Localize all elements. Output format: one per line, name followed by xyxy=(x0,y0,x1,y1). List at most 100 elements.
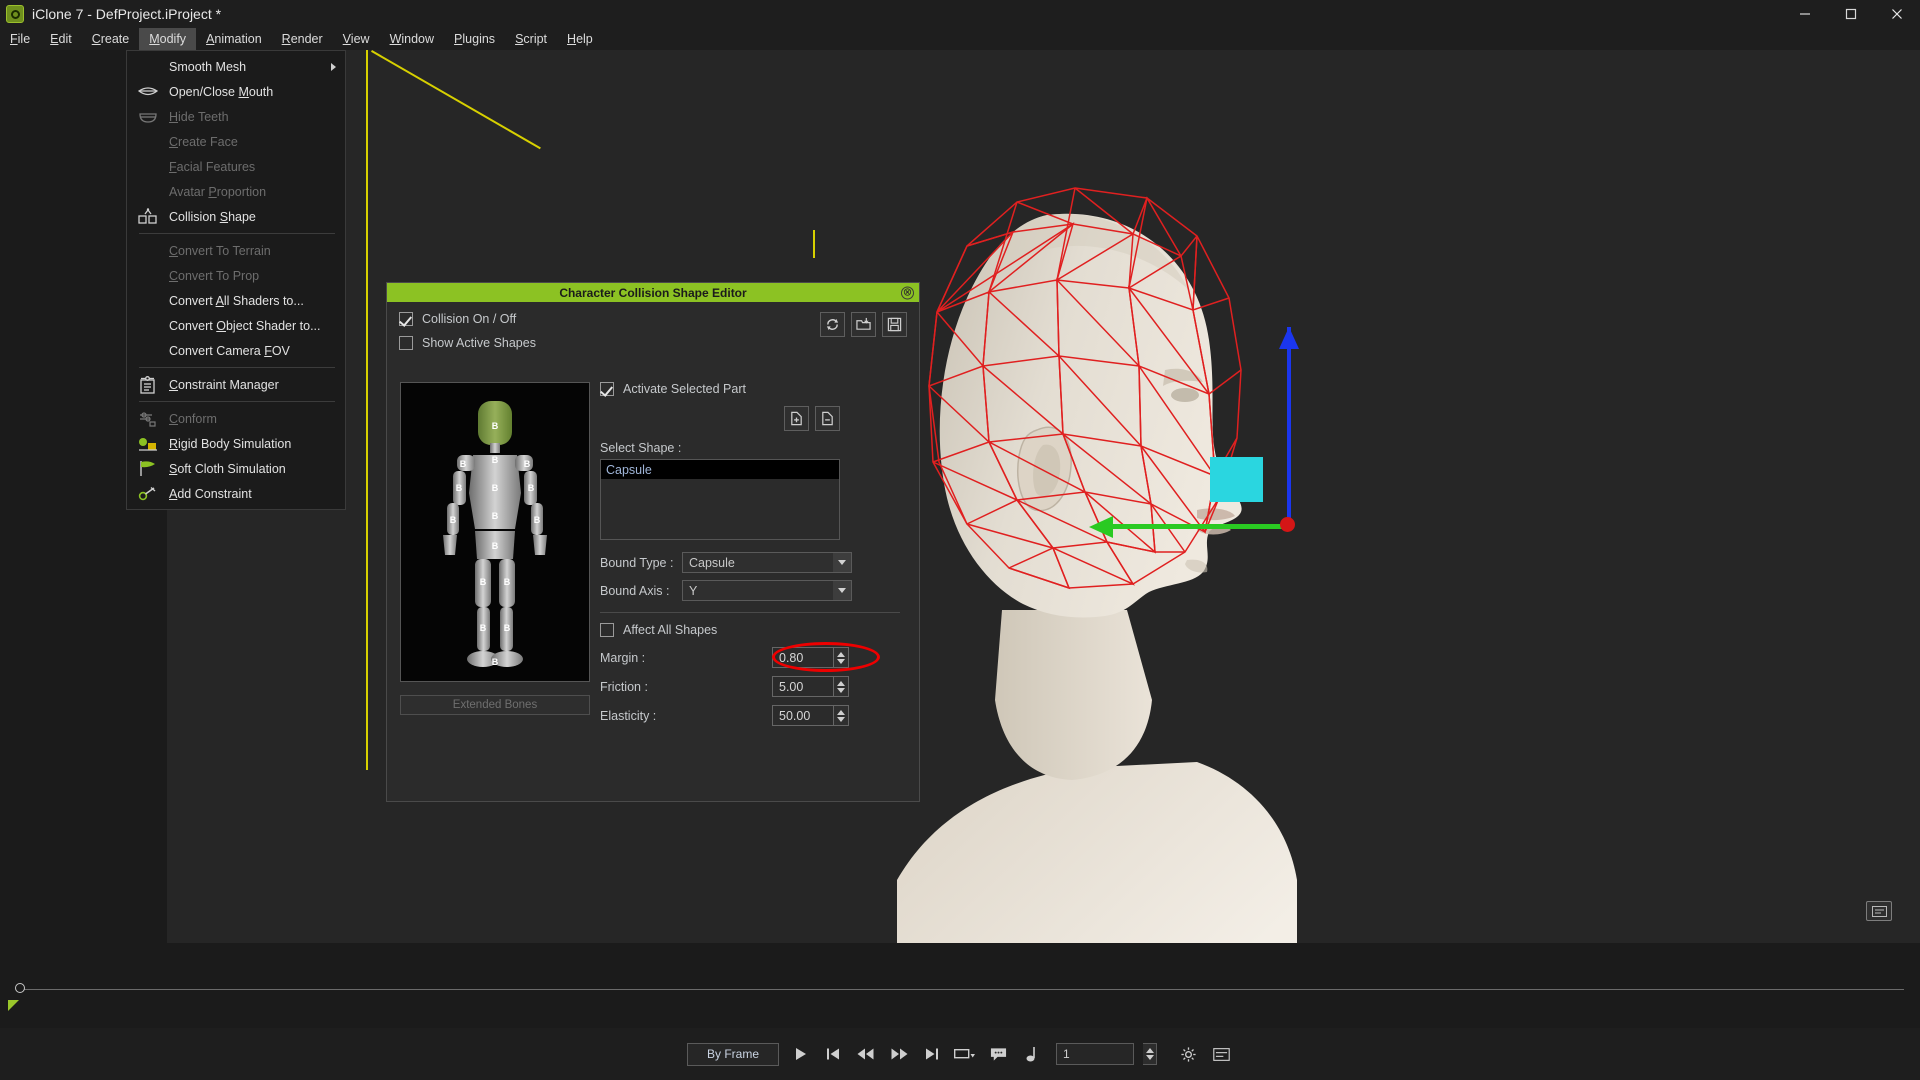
minimize-button[interactable] xyxy=(1782,0,1828,28)
activate-selected-part-checkbox[interactable] xyxy=(600,382,614,396)
timeline-range-marker[interactable] xyxy=(8,1000,19,1011)
render-settings-icon[interactable] xyxy=(1176,1042,1200,1066)
menu-separator xyxy=(139,367,335,368)
menu-item-hide-teeth: Hide Teeth xyxy=(127,104,345,129)
comment-button[interactable] xyxy=(986,1042,1010,1066)
svg-text:B: B xyxy=(480,623,487,633)
audio-button[interactable] xyxy=(1019,1042,1043,1066)
friction-input[interactable]: 5.00 xyxy=(772,676,834,697)
menu-separator xyxy=(139,233,335,234)
elasticity-row: Elasticity : 50.00 xyxy=(600,705,900,726)
margin-stepper[interactable] xyxy=(834,647,849,668)
chevron-down-icon[interactable] xyxy=(833,581,851,600)
extended-bones-button[interactable]: Extended Bones xyxy=(400,695,590,715)
fast-forward-button[interactable] xyxy=(887,1042,911,1066)
viewport-notes-icon[interactable] xyxy=(1866,901,1892,921)
menu-create[interactable]: Create xyxy=(82,28,140,50)
menu-item-facial-features: Facial Features xyxy=(127,154,345,179)
collision-on-off-checkbox[interactable] xyxy=(399,312,413,326)
menu-item-label: Conform xyxy=(169,411,217,426)
menu-view[interactable]: View xyxy=(333,28,380,50)
prev-key-button[interactable] xyxy=(821,1042,845,1066)
menu-icon-placeholder xyxy=(137,342,159,360)
menu-item-convert-all-shaders-to[interactable]: Convert All Shaders to... xyxy=(127,288,345,313)
affect-all-shapes-row[interactable]: Affect All Shapes xyxy=(600,623,900,637)
save-icon[interactable] xyxy=(882,312,907,337)
gizmo-origin-handle[interactable] xyxy=(1280,517,1295,532)
bound-type-row: Bound Type : Capsule xyxy=(600,552,900,573)
current-frame-input[interactable]: 1 xyxy=(1056,1043,1134,1065)
dialog-close-icon[interactable]: ⊗ xyxy=(901,286,914,299)
play-button[interactable] xyxy=(788,1042,812,1066)
timeline-track[interactable] xyxy=(24,989,1904,990)
margin-input[interactable]: 0.80 xyxy=(772,647,834,668)
timeline-panel-icon[interactable] xyxy=(1209,1042,1233,1066)
menu-item-soft-cloth-simulation[interactable]: Soft Cloth Simulation xyxy=(127,456,345,481)
menu-animation[interactable]: Animation xyxy=(196,28,272,50)
transport-bar: By Frame 1 xyxy=(0,1028,1920,1080)
show-active-shapes-checkbox[interactable] xyxy=(399,336,413,350)
submenu-arrow-icon xyxy=(331,62,336,71)
shape-list-box[interactable]: Capsule xyxy=(600,459,840,540)
dialog-title-bar[interactable]: Character Collision Shape Editor ⊗ xyxy=(387,283,919,302)
affect-all-shapes-checkbox[interactable] xyxy=(600,623,614,637)
gizmo-y-axis[interactable] xyxy=(1287,327,1291,522)
bound-type-select[interactable]: Capsule xyxy=(682,552,852,573)
bound-axis-select[interactable]: Y xyxy=(682,580,852,601)
elasticity-stepper[interactable] xyxy=(834,705,849,726)
menu-item-add-constraint[interactable]: Add Constraint xyxy=(127,481,345,506)
svg-text:B: B xyxy=(456,483,463,493)
menu-item-label: Constraint Manager xyxy=(169,377,279,392)
conform-icon xyxy=(137,410,159,428)
menu-item-constraint-manager[interactable]: Constraint Manager xyxy=(127,372,345,397)
gizmo-x-axis[interactable] xyxy=(1111,524,1286,529)
menu-modify[interactable]: Modify xyxy=(139,28,197,50)
rigid-body-icon xyxy=(137,435,159,453)
close-button[interactable] xyxy=(1874,0,1920,28)
rewind-button[interactable] xyxy=(854,1042,878,1066)
menu-window[interactable]: Window xyxy=(380,28,444,50)
modify-dropdown-menu: Smooth Mesh Open/Close Mouth Hide Teeth Cre… xyxy=(126,50,346,510)
menu-icon-placeholder xyxy=(137,133,159,151)
menu-item-collision-shape[interactable]: Collision Shape xyxy=(127,204,345,229)
elasticity-input[interactable]: 50.00 xyxy=(772,705,834,726)
svg-text:B: B xyxy=(492,511,499,521)
activate-selected-part-row[interactable]: Activate Selected Part xyxy=(600,382,900,396)
reset-icon[interactable] xyxy=(820,312,845,337)
timeline-playhead-handle[interactable] xyxy=(15,983,25,993)
current-frame-stepper[interactable] xyxy=(1143,1043,1157,1065)
menu-render[interactable]: Render xyxy=(272,28,333,50)
menu-file[interactable]: File xyxy=(0,28,40,50)
add-constraint-icon xyxy=(137,485,159,503)
menu-item-convert-object-shader-to[interactable]: Convert Object Shader to... xyxy=(127,313,345,338)
shape-list-item-capsule[interactable]: Capsule xyxy=(601,460,839,479)
menu-item-label: Convert To Prop xyxy=(169,268,260,283)
playback-mode-select[interactable]: By Frame xyxy=(687,1042,779,1066)
menu-item-rigid-body-simulation[interactable]: Rigid Body Simulation xyxy=(127,431,345,456)
chevron-down-icon[interactable] xyxy=(833,553,851,572)
window-title: iClone 7 - DefProject.iProject * xyxy=(32,6,222,22)
timeline-strip[interactable] xyxy=(0,943,1920,1028)
load-icon[interactable] xyxy=(851,312,876,337)
show-active-shapes-row[interactable]: Show Active Shapes xyxy=(399,336,907,350)
friction-stepper[interactable] xyxy=(834,676,849,697)
loop-range-button[interactable] xyxy=(953,1042,977,1066)
menu-script[interactable]: Script xyxy=(505,28,557,50)
menu-item-smooth-mesh[interactable]: Smooth Mesh xyxy=(127,54,345,79)
menu-edit[interactable]: Edit xyxy=(40,28,82,50)
character-bone-preview[interactable]: B B B B B B B B B B B B B B B B xyxy=(400,382,590,682)
menu-item-convert-camera-fov[interactable]: Convert Camera FOV xyxy=(127,338,345,363)
menu-icon-placeholder xyxy=(137,58,159,76)
maximize-button[interactable] xyxy=(1828,0,1874,28)
menu-item-open-close-mouth[interactable]: Open/Close Mouth xyxy=(127,79,345,104)
add-shape-icon[interactable] xyxy=(784,406,809,431)
next-key-button[interactable] xyxy=(920,1042,944,1066)
menu-help[interactable]: Help xyxy=(557,28,603,50)
gizmo-x-axis-arrow[interactable] xyxy=(1089,516,1113,538)
menu-plugins[interactable]: Plugins xyxy=(444,28,505,50)
affect-all-shapes-label: Affect All Shapes xyxy=(623,623,718,637)
teeth-icon xyxy=(137,108,159,126)
remove-shape-icon[interactable] xyxy=(815,406,840,431)
selection-gizmo-box[interactable] xyxy=(1210,457,1263,502)
menu-item-convert-to-prop: Convert To Prop xyxy=(127,263,345,288)
